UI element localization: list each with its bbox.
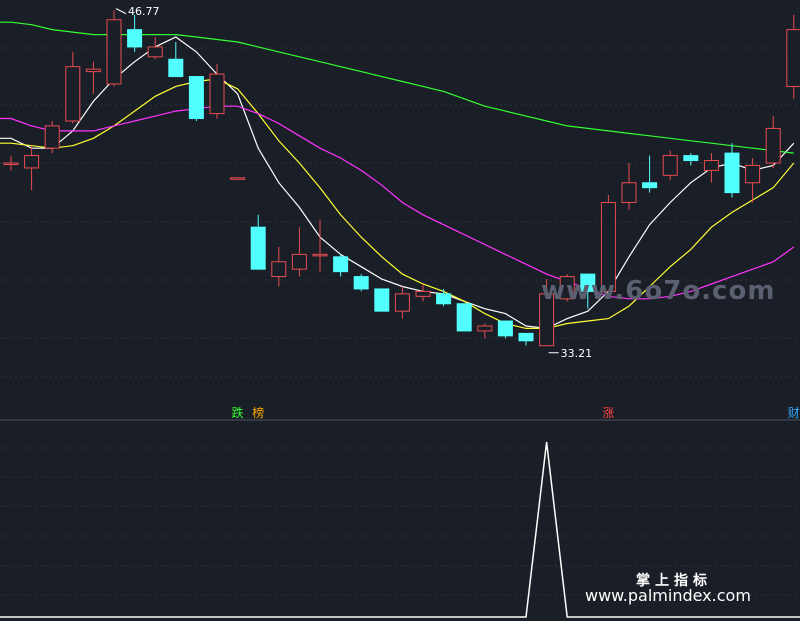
chart-canvas xyxy=(0,8,800,618)
watermark-palm-url: www.palmindex.com xyxy=(585,586,751,605)
candle-body xyxy=(271,261,287,278)
candle-body xyxy=(65,66,81,122)
candle-body xyxy=(106,19,122,85)
candle-body xyxy=(188,76,204,120)
candle-body xyxy=(127,29,143,48)
candle-body xyxy=(353,276,369,290)
candle-body xyxy=(477,325,493,332)
candle-body xyxy=(44,125,60,149)
candle-body xyxy=(456,303,472,332)
watermark-6o7o: www.6o7o.com xyxy=(541,276,776,306)
candle-body xyxy=(703,160,719,171)
candle-body xyxy=(745,164,761,184)
candle-body xyxy=(312,253,328,257)
signal-marker: 财 xyxy=(787,406,800,420)
candle-body xyxy=(415,290,431,297)
candle-body xyxy=(621,182,637,203)
candle-body xyxy=(85,68,101,73)
candle-body xyxy=(518,332,534,342)
candle-body xyxy=(786,29,800,87)
candle-body xyxy=(683,155,699,162)
candle-body xyxy=(374,288,390,312)
candle-body xyxy=(765,127,781,164)
signal-marker: 跌 xyxy=(231,406,244,420)
candle-body xyxy=(497,320,513,337)
candle-body xyxy=(250,226,266,270)
candle-body xyxy=(642,182,658,189)
candle-body xyxy=(333,256,349,273)
candle-body xyxy=(209,73,225,115)
high-price-label: 46.77 xyxy=(128,4,160,18)
candle-body xyxy=(230,177,246,180)
candle-body xyxy=(394,293,410,312)
candle-body xyxy=(168,58,184,78)
high-arrow xyxy=(115,8,127,15)
candle-body xyxy=(147,46,163,58)
candle-body xyxy=(3,162,19,165)
candle-body xyxy=(724,152,740,194)
low-price-label: 33.21 xyxy=(560,346,593,360)
candle-body xyxy=(436,293,452,305)
signal-marker: 榜 xyxy=(252,406,265,420)
stock-chart: 46.77 33.21 跌榜涨财 www.6o7o.com 掌上指标 www.p… xyxy=(0,0,800,621)
candle-body xyxy=(291,253,307,270)
signal-marker: 涨 xyxy=(602,406,615,420)
candle-body xyxy=(662,155,678,176)
candle-body xyxy=(24,155,40,169)
